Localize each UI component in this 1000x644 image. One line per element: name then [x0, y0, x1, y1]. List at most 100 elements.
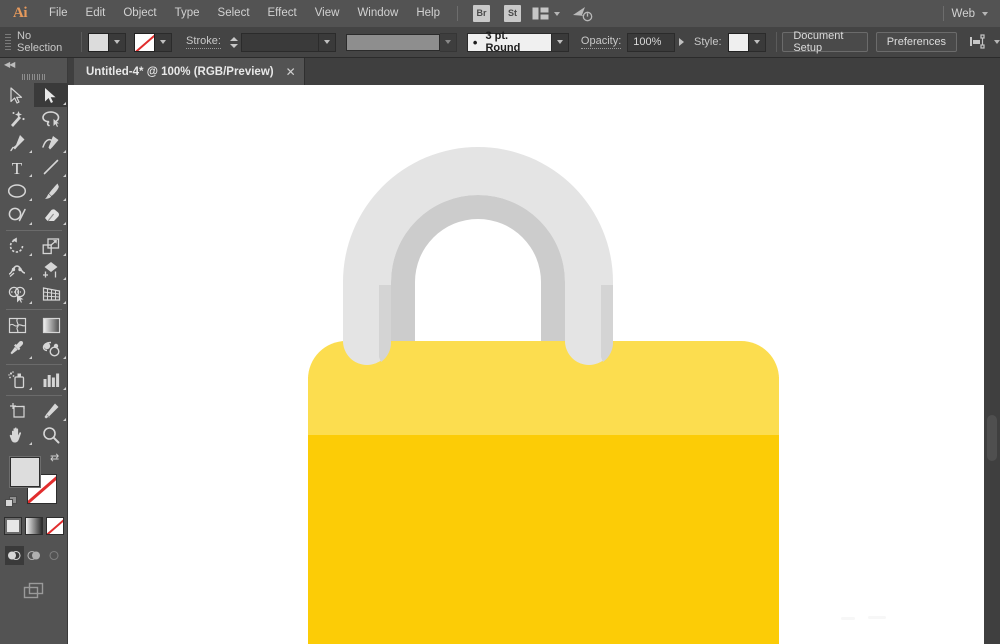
document-tab[interactable]: Untitled-4* @ 100% (RGB/Preview) ✕ — [74, 58, 305, 85]
stroke-weight-dropdown-button[interactable] — [318, 32, 336, 52]
default-fill-stroke-icon[interactable] — [5, 496, 18, 509]
chevron-down-icon[interactable] — [982, 11, 988, 16]
tool-mesh[interactable] — [0, 313, 34, 337]
fill-color-proxy[interactable] — [10, 457, 40, 487]
tool-shaper[interactable] — [0, 203, 34, 227]
tool-magic-wand[interactable] — [0, 107, 34, 131]
menu-item-view[interactable]: View — [306, 0, 349, 27]
menu-item-select[interactable]: Select — [209, 0, 259, 27]
align-pixel-grid-control[interactable] — [969, 34, 1000, 50]
close-icon[interactable]: ✕ — [286, 66, 296, 78]
vertical-scrollbar[interactable] — [984, 85, 1000, 644]
workspace-switcher[interactable]: Web — [952, 8, 977, 20]
variable-width-value[interactable]: • 3 pt. Round — [466, 30, 552, 54]
preferences-button[interactable]: Preferences — [875, 32, 958, 52]
padlock-illustration[interactable] — [68, 85, 984, 644]
stroke-dropdown-button[interactable] — [155, 32, 173, 52]
menu-item-file[interactable]: File — [40, 0, 77, 27]
sync-settings-button[interactable] — [572, 6, 594, 22]
color-mode-button[interactable] — [4, 517, 22, 535]
tool-scale[interactable] — [34, 234, 68, 258]
tool-symbol-sprayer[interactable] — [0, 368, 34, 392]
arrange-documents-button[interactable] — [532, 7, 560, 20]
variable-width-dropdown-button[interactable] — [551, 32, 569, 52]
stroke-color-control[interactable] — [134, 32, 173, 52]
chevron-down-icon — [160, 40, 167, 44]
tool-flyout-indicator — [29, 222, 32, 225]
tool-slice[interactable] — [34, 399, 68, 423]
tool-gradient[interactable] — [34, 313, 68, 337]
stroke-label[interactable]: Stroke: — [186, 35, 221, 49]
fill-swatch[interactable] — [88, 32, 110, 52]
artboard[interactable] — [68, 85, 984, 644]
tool-width[interactable] — [0, 258, 34, 282]
tool-group-selection: T — [0, 83, 68, 227]
tool-rotate[interactable] — [0, 234, 34, 258]
tool-eraser[interactable] — [34, 203, 68, 227]
stroke-swatch[interactable] — [134, 32, 156, 52]
chevron-down-icon[interactable] — [994, 40, 1000, 44]
variable-width-control[interactable]: • 3 pt. Round — [466, 30, 569, 54]
menu-item-type[interactable]: Type — [166, 0, 209, 27]
lasso-tool-icon — [42, 111, 60, 127]
fill-dropdown-button[interactable] — [109, 32, 127, 52]
graphic-style-swatch[interactable] — [727, 32, 749, 52]
graphic-style-control[interactable] — [727, 32, 766, 52]
stroke-profile-control[interactable] — [345, 32, 457, 52]
bridge-button[interactable]: Br — [473, 5, 490, 22]
canvas-area[interactable] — [68, 85, 1000, 644]
stock-button[interactable]: St — [504, 5, 521, 22]
tool-perspective-grid[interactable] — [34, 282, 68, 306]
tools-panel-grip[interactable] — [0, 71, 67, 83]
tool-direct-selection[interactable] — [34, 83, 68, 107]
swap-fill-stroke-icon[interactable]: ⇄ — [50, 453, 62, 465]
opacity-input[interactable]: 100% — [627, 32, 675, 52]
menu-item-object[interactable]: Object — [114, 0, 165, 27]
tool-type[interactable]: T — [0, 155, 34, 179]
stroke-profile-preview[interactable] — [345, 33, 440, 51]
gradient-mode-button[interactable] — [25, 517, 43, 535]
stroke-weight-input[interactable] — [240, 32, 319, 52]
tool-shape-builder[interactable] — [0, 282, 34, 306]
change-screen-mode-button[interactable] — [0, 576, 68, 604]
tool-ellipse[interactable] — [0, 179, 34, 203]
style-label[interactable]: Style: — [694, 36, 722, 48]
stroke-profile-dropdown-button[interactable] — [439, 32, 457, 52]
tool-curvature[interactable] — [34, 131, 68, 155]
tool-column-graph[interactable] — [34, 368, 68, 392]
tool-group-divider — [6, 364, 62, 365]
menu-item-window[interactable]: Window — [348, 0, 407, 27]
vertical-scrollbar-thumb[interactable] — [987, 415, 997, 461]
none-mode-button[interactable] — [46, 517, 64, 535]
tool-pen[interactable] — [0, 131, 34, 155]
tool-free-transform[interactable] — [34, 258, 68, 282]
menu-item-help[interactable]: Help — [407, 0, 449, 27]
tool-lasso[interactable] — [34, 107, 68, 131]
graphic-style-dropdown-button[interactable] — [748, 32, 766, 52]
tool-eyedropper[interactable] — [0, 337, 34, 361]
fill-control[interactable] — [88, 32, 127, 52]
tool-artboard[interactable] — [0, 399, 34, 423]
menu-item-edit[interactable]: Edit — [77, 0, 115, 27]
tool-hand[interactable] — [0, 423, 34, 447]
stroke-weight-stepper[interactable] — [229, 33, 240, 52]
chevron-down-icon — [114, 40, 121, 44]
control-bar-grip[interactable] — [3, 32, 11, 52]
tool-blend[interactable] — [34, 337, 68, 361]
tool-paintbrush[interactable] — [34, 179, 68, 203]
draw-behind-button[interactable] — [25, 546, 44, 565]
tool-line-segment[interactable] — [34, 155, 68, 179]
opacity-expand-button[interactable] — [675, 33, 688, 52]
draw-normal-button[interactable] — [4, 546, 24, 565]
stroke-weight-control[interactable] — [229, 32, 336, 52]
tool-selection[interactable] — [0, 83, 34, 107]
menu-item-effect[interactable]: Effect — [259, 0, 306, 27]
opacity-label[interactable]: Opacity: — [580, 35, 622, 49]
draw-inside-button[interactable] — [45, 546, 64, 565]
tool-flyout-indicator — [63, 150, 66, 153]
collapse-panel-button[interactable]: ◀◀ — [0, 58, 67, 71]
chevron-down-icon — [444, 40, 451, 44]
document-setup-button[interactable]: Document Setup — [782, 30, 868, 54]
tool-zoom[interactable] — [34, 423, 68, 447]
menubar-right-group: Web — [935, 0, 1000, 27]
